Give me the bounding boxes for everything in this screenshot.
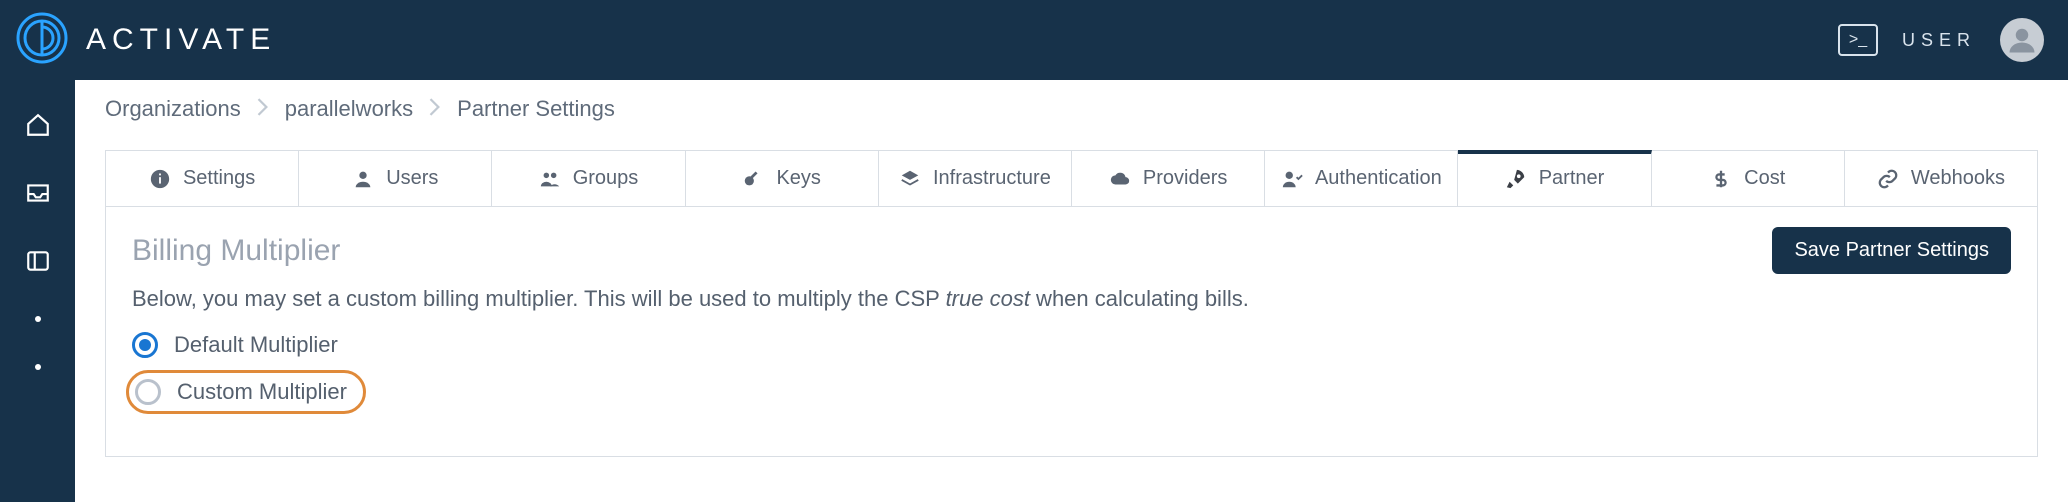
breadcrumb-item[interactable]: Partner Settings [457, 96, 615, 122]
breadcrumb-item[interactable]: parallelworks [285, 96, 413, 122]
panel-description: Below, you may set a custom billing mult… [132, 286, 2011, 312]
tab-keys[interactable]: Keys [686, 151, 879, 206]
topbar: ACTIVATE >_ USER [0, 0, 2068, 80]
terminal-button[interactable]: >_ [1838, 24, 1878, 56]
desc-text: Below, you may set a custom billing mult… [132, 286, 946, 311]
tab-label: Keys [776, 167, 820, 190]
terminal-icon: >_ [1849, 31, 1867, 49]
panel-icon[interactable] [25, 248, 51, 274]
groups-icon [539, 168, 561, 190]
user-icon [2007, 25, 2037, 55]
panel-title: Billing Multiplier [132, 234, 340, 268]
tab-webhooks[interactable]: Webhooks [1845, 151, 2037, 206]
radio-button-icon[interactable] [135, 379, 161, 405]
tab-label: Users [386, 167, 438, 190]
tab-label: Cost [1744, 167, 1785, 190]
tab-label: Partner [1539, 167, 1605, 190]
nav-dot-icon[interactable] [35, 364, 41, 370]
cloud-icon [1109, 168, 1131, 190]
key-icon [742, 168, 764, 190]
dollar-icon [1710, 168, 1732, 190]
nav-dot-icon[interactable] [35, 316, 41, 322]
tab-authentication[interactable]: Authentication [1265, 151, 1458, 206]
radio-default-multiplier[interactable]: Default Multiplier [132, 332, 2011, 358]
tab-label: Webhooks [1911, 167, 2005, 190]
breadcrumb: Organizations parallelworks Partner Sett… [105, 96, 2038, 122]
panel-header: Billing Multiplier Save Partner Settings [132, 227, 2011, 274]
chevron-right-icon [257, 96, 269, 122]
radio-label: Custom Multiplier [177, 379, 347, 405]
main: Organizations parallelworks Partner Sett… [75, 80, 2068, 502]
avatar[interactable] [2000, 18, 2044, 62]
topbar-right: >_ USER [1838, 18, 2044, 62]
save-partner-settings-button[interactable]: Save Partner Settings [1772, 227, 2011, 274]
home-icon[interactable] [25, 112, 51, 138]
tab-label: Groups [573, 167, 639, 190]
tab-label: Providers [1143, 167, 1227, 190]
breadcrumb-item[interactable]: Organizations [105, 96, 241, 122]
desc-em: true cost [946, 286, 1030, 311]
tab-label: Infrastructure [933, 167, 1051, 190]
tab-infrastructure[interactable]: Infrastructure [879, 151, 1072, 206]
tab-providers[interactable]: Providers [1072, 151, 1265, 206]
radio-custom-multiplier[interactable]: Custom Multiplier [126, 370, 366, 414]
radio-label: Default Multiplier [174, 332, 338, 358]
desc-text: when calculating bills. [1030, 286, 1249, 311]
chevron-right-icon [429, 96, 441, 122]
brand-name: ACTIVATE [86, 23, 276, 57]
layers-icon [899, 168, 921, 190]
tab-users[interactable]: Users [299, 151, 492, 206]
user-label: USER [1902, 30, 1976, 51]
inbox-icon[interactable] [25, 180, 51, 206]
info-icon [149, 168, 171, 190]
tab-label: Settings [183, 167, 255, 190]
tab-label: Authentication [1315, 167, 1442, 190]
sidebar [0, 80, 75, 502]
tab-cost[interactable]: Cost [1652, 151, 1845, 206]
link-icon [1877, 168, 1899, 190]
user-icon [352, 168, 374, 190]
tab-bar: Settings Users Groups Keys Infrastructur… [105, 150, 2038, 206]
auth-icon [1281, 168, 1303, 190]
partner-panel: Billing Multiplier Save Partner Settings… [105, 206, 2038, 457]
tab-partner[interactable]: Partner [1458, 150, 1651, 206]
tab-settings[interactable]: Settings [106, 151, 299, 206]
brand-logo-icon [16, 12, 68, 69]
radio-button-icon[interactable] [132, 332, 158, 358]
tab-groups[interactable]: Groups [492, 151, 685, 206]
rocket-icon [1505, 168, 1527, 190]
brand: ACTIVATE [16, 12, 276, 69]
